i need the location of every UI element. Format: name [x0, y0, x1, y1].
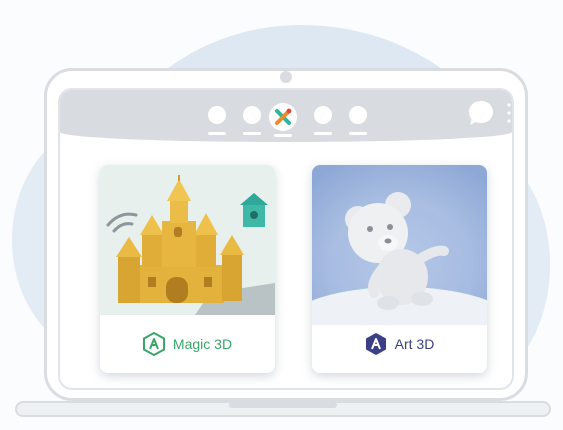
castle-scene-image — [100, 165, 275, 315]
nav-item-home[interactable] — [269, 103, 297, 131]
kebab-menu-icon[interactable] — [507, 102, 511, 124]
nav-item-4[interactable] — [314, 106, 332, 124]
nav-indicator — [208, 132, 226, 135]
teddy-bear-sculpture-image — [312, 165, 487, 325]
art-3d-label-row: Art 3D — [312, 333, 487, 355]
magic-3d-label-row: Magic 3D — [100, 332, 275, 356]
magic-3d-logo-icon — [142, 332, 165, 356]
webcam — [280, 71, 292, 83]
illustration-canvas: Magic 3D Art 3D — [0, 0, 563, 430]
art-3d-card[interactable]: Art 3D — [312, 165, 487, 373]
nav-indicator — [243, 132, 261, 135]
nav-item-1[interactable] — [208, 106, 226, 124]
chat-bubble-icon[interactable] — [466, 98, 496, 128]
app-logo-icon — [275, 108, 292, 125]
magic-3d-card[interactable]: Magic 3D — [100, 165, 275, 373]
nav-indicator — [349, 132, 367, 135]
laptop-base — [15, 401, 551, 417]
art-3d-label: Art 3D — [394, 336, 435, 352]
app-window: Magic 3D Art 3D — [58, 88, 514, 390]
nav-indicator-active — [274, 134, 292, 137]
nav-item-5[interactable] — [349, 106, 367, 124]
nav-item-2[interactable] — [243, 106, 261, 124]
art-3d-logo-icon — [365, 333, 386, 355]
magic-3d-label: Magic 3D — [172, 336, 233, 352]
nav-indicator — [314, 132, 332, 135]
top-navigation-bar — [60, 90, 512, 142]
